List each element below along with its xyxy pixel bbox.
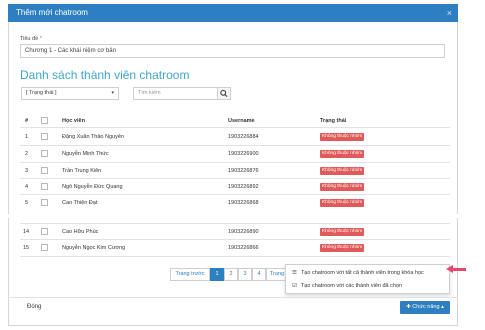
row-number: 2: [25, 151, 29, 157]
row-divider: [20, 162, 450, 163]
functions-dropdown-menu: ☰ Tạo chatroom với tất cả thành viên tron…: [285, 264, 450, 294]
row-divider: [20, 178, 450, 179]
close-button[interactable]: Đóng: [27, 304, 41, 310]
col-header-student: Học viên: [62, 118, 85, 124]
row-divider: [20, 223, 450, 224]
username: 1903226900: [228, 151, 259, 157]
required-mark: *: [39, 36, 42, 42]
username: 1903226866: [228, 245, 259, 251]
row-number: 14: [23, 229, 30, 235]
title-input[interactable]: Chương 1 - Các khái niệm cơ bản: [20, 44, 445, 58]
student-name: Cao Thiện Đạt: [62, 200, 98, 206]
row-number: 5: [25, 200, 29, 206]
username: 1903226890: [228, 229, 259, 235]
pagination-page-3[interactable]: 3: [238, 268, 252, 281]
menu-item-label: Tạo chatroom với tất cả thành viên trong…: [300, 270, 424, 276]
student-name: Nguyễn Ngọc Kim Cương: [62, 245, 126, 251]
search-icon: [220, 89, 228, 97]
username: 1903226876: [228, 168, 259, 174]
status-badge: Không thuộc nhóm: [320, 133, 365, 141]
menu-item-create-all-members[interactable]: ☰ Tạo chatroom với tất cả thành viên tron…: [292, 270, 424, 276]
section-title: Danh sách thành viên chatroom: [20, 68, 190, 82]
row-checkbox[interactable]: [41, 150, 48, 157]
list-icon: ☰: [292, 270, 297, 276]
annotation-arrow: [452, 268, 466, 271]
col-header-username: Username: [228, 118, 255, 124]
row-divider: [20, 256, 450, 257]
student-name: Đặng Xuân Thảo Nguyên: [62, 134, 124, 140]
row-divider: [20, 239, 450, 240]
student-name: Ngô Nguyễn Đức Quang: [62, 184, 123, 190]
col-header-status: Trạng thái: [320, 118, 347, 124]
status-select-value: [ Trạng thái ]: [26, 90, 57, 96]
student-name: Trần Trung Kiên: [62, 168, 102, 174]
select-all-checkbox[interactable]: [41, 117, 48, 124]
student-name: Nguyễn Minh Thức: [62, 151, 109, 157]
status-filter-select[interactable]: [ Trạng thái ] ▾: [21, 87, 119, 100]
pagination-page-4[interactable]: 4: [252, 268, 266, 281]
status-badge: Không thuộc nhóm: [320, 183, 365, 191]
row-checkbox[interactable]: [41, 244, 48, 251]
chevron-down-icon: ▾: [111, 90, 114, 96]
search-button[interactable]: [217, 87, 231, 100]
student-name: Cao Hữu Phúc: [62, 229, 99, 235]
row-number: 15: [23, 245, 30, 251]
title-field-label: Tiêu đề *: [20, 36, 42, 42]
row-divider: [20, 194, 450, 195]
search-input[interactable]: Tìm kiếm: [133, 87, 217, 100]
row-number: 1: [25, 134, 29, 140]
menu-item-label: Tạo chatroom với các thành viên đã chọn: [300, 283, 403, 289]
title-label-text: Tiêu đề: [20, 36, 39, 42]
modal-header: Thêm mới chatroom ×: [8, 4, 458, 22]
plus-icon: ✚: [406, 304, 411, 310]
status-badge: Không thuộc nhóm: [320, 150, 365, 158]
username: 1903226884: [228, 134, 259, 140]
status-badge: Không thuộc nhóm: [320, 167, 365, 175]
row-checkbox[interactable]: [41, 133, 48, 140]
modal-title: Thêm mới chatroom: [16, 8, 88, 17]
caret-up-icon: ▴: [441, 304, 444, 310]
pagination-prev[interactable]: Trang trước: [170, 268, 210, 281]
status-badge: Không thuộc nhóm: [320, 228, 365, 236]
username: 1903226868: [228, 200, 259, 206]
row-number: 4: [25, 184, 29, 190]
status-badge: Không thuộc nhóm: [320, 244, 365, 252]
col-header-num: #: [25, 118, 29, 124]
checkbox-checked-icon: ☑: [292, 283, 297, 289]
table-header-divider: [20, 127, 450, 128]
footer-divider: [8, 297, 458, 298]
pagination-page-2[interactable]: 2: [224, 268, 238, 281]
status-badge: Không thuộc nhóm: [320, 199, 365, 207]
username: 1903226892: [228, 184, 259, 190]
pagination-page-1[interactable]: 1: [210, 268, 224, 281]
close-icon[interactable]: ×: [447, 4, 452, 22]
row-divider: [20, 145, 450, 146]
row-checkbox[interactable]: [41, 183, 48, 190]
row-checkbox[interactable]: [41, 167, 48, 174]
functions-button-label: Chức năng: [412, 304, 440, 310]
row-number: 3: [25, 168, 29, 174]
menu-item-create-selected-members[interactable]: ☑ Tạo chatroom với các thành viên đã chọn: [292, 283, 402, 289]
row-checkbox[interactable]: [41, 199, 48, 206]
functions-button[interactable]: ✚ Chức năng ▴: [400, 301, 450, 314]
row-checkbox[interactable]: [41, 228, 48, 235]
